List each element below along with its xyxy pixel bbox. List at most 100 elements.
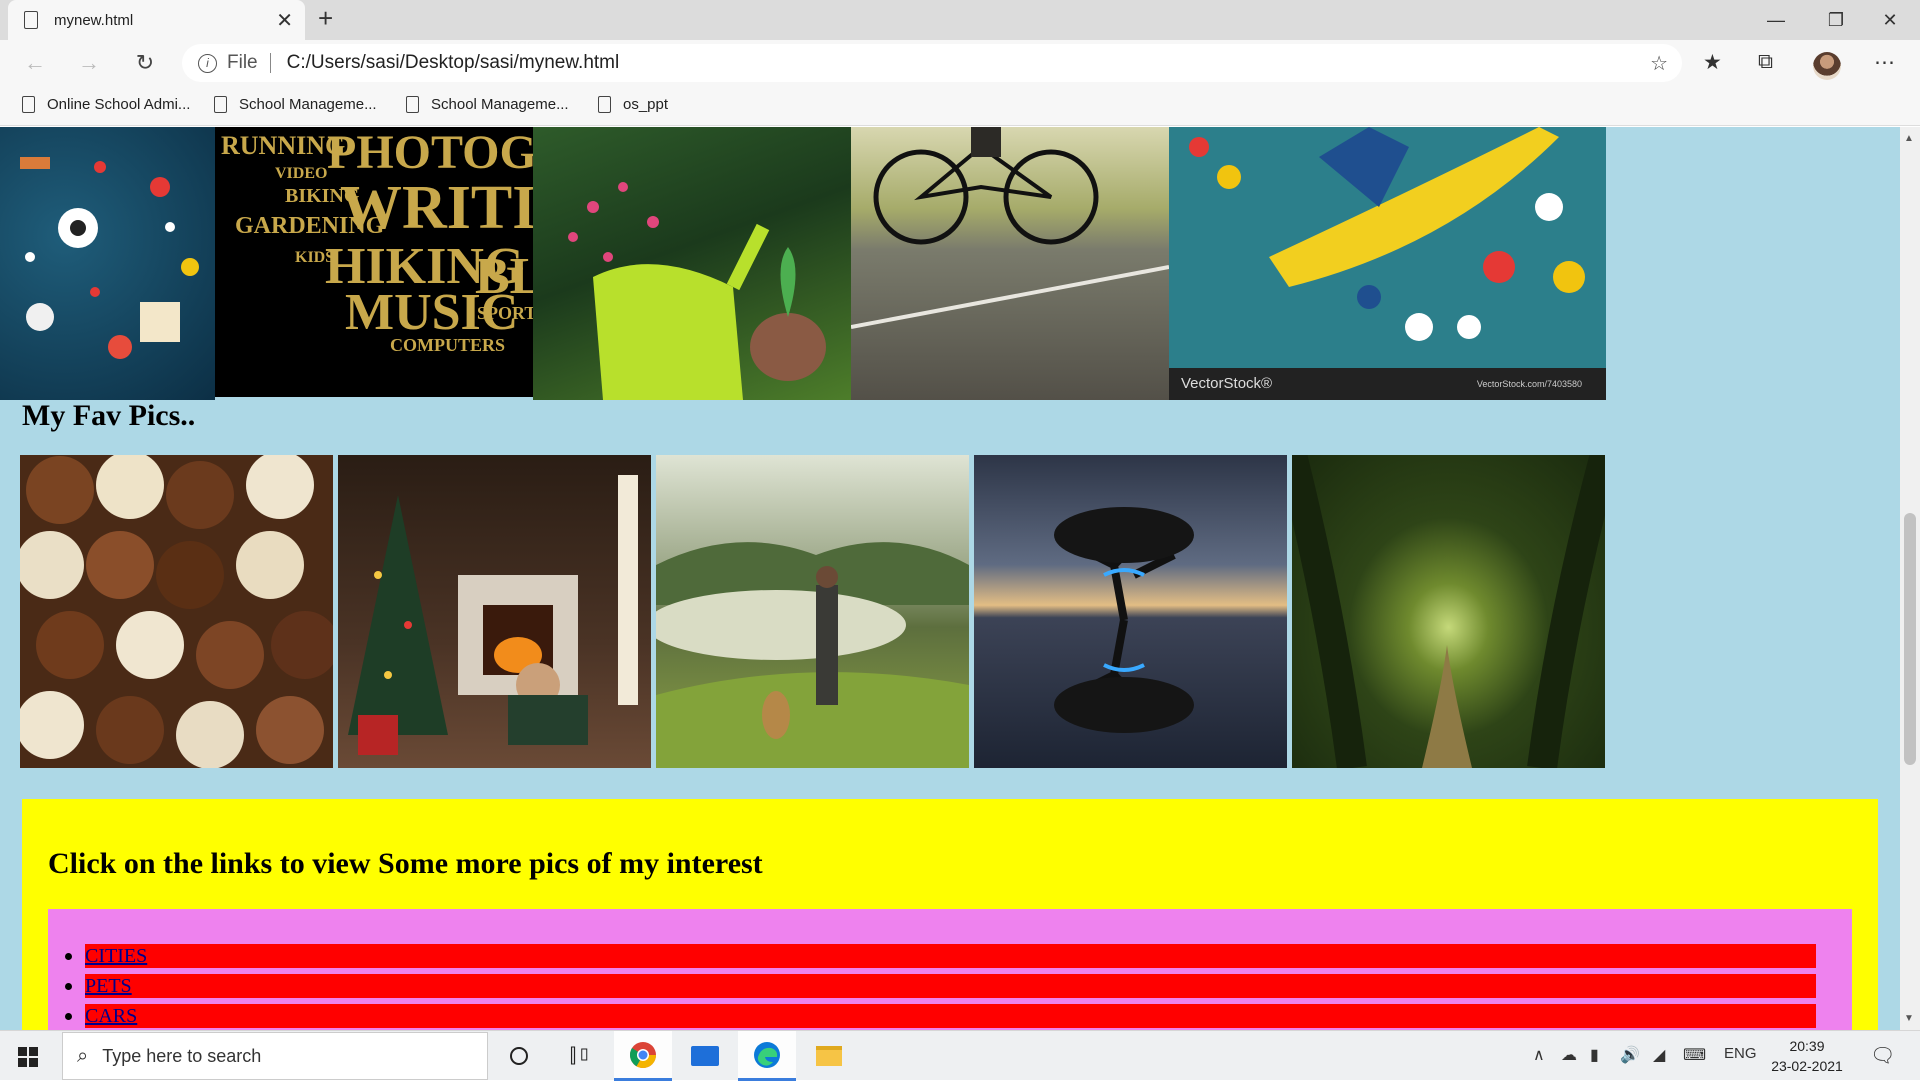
christmas-art — [348, 475, 638, 755]
minimize-icon[interactable]: — — [1746, 0, 1806, 40]
list-item: CARS — [48, 1004, 1852, 1030]
lake-view-image — [656, 455, 969, 768]
page-icon — [406, 96, 419, 113]
cycling-image — [851, 127, 1169, 400]
bookmark-label: os_ppt — [623, 96, 669, 113]
tree-reflection-art — [1054, 507, 1194, 733]
new-tab-button[interactable]: + — [318, 3, 333, 34]
search-placeholder: Type here to search — [102, 1045, 262, 1066]
wordcloud-word: KIDS — [295, 249, 335, 266]
scroll-down-icon[interactable]: ▼ — [1904, 1013, 1914, 1024]
volume-icon[interactable]: 🔊 — [1620, 1045, 1640, 1065]
show-hidden-icons-icon[interactable]: ∧ — [1533, 1045, 1545, 1065]
system-clock[interactable]: 20:39 23-02-2021 — [1764, 1036, 1850, 1076]
bullet-icon — [65, 983, 72, 990]
chrome-icon[interactable] — [614, 1031, 672, 1081]
forest-tunnel-image — [1292, 455, 1605, 768]
bookmark-label: School Manageme... — [431, 96, 569, 113]
bookmark-item[interactable]: Online School Admi... — [22, 96, 190, 113]
file-explorer-icon[interactable] — [800, 1031, 858, 1081]
links-list: CITIES PETS CARS — [48, 944, 1852, 1030]
wordcloud-word: VIDEO — [275, 165, 328, 182]
list-item: CITIES — [48, 944, 1852, 974]
chocolates-image — [20, 455, 333, 768]
bookmark-item[interactable]: School Manageme... — [406, 96, 569, 113]
windows-start-icon[interactable] — [18, 1047, 38, 1067]
back-icon[interactable]: ← — [20, 48, 50, 78]
page-icon — [24, 11, 38, 29]
window-close-icon[interactable]: ✕ — [1860, 0, 1920, 40]
cycling-art — [851, 127, 1169, 329]
links-heading: Click on the links to view Some more pic… — [48, 847, 763, 880]
vertical-scrollbar[interactable]: ▲ ▼ — [1900, 127, 1920, 1030]
hobbies-wordcloud-image: RUNNING PHOTOGRAPHY WRITING GARDENING BI… — [215, 127, 533, 397]
tab-strip: mynew.html ✕ + — ❐ ✕ — [0, 0, 1920, 40]
wordcloud-word: SPORTS — [477, 303, 533, 323]
lake-view-art — [656, 542, 969, 768]
wifi-icon[interactable]: ◢ — [1653, 1045, 1665, 1065]
add-favorite-icon[interactable]: ☆ — [1650, 51, 1668, 76]
links-section: Click on the links to view Some more pic… — [22, 799, 1878, 1030]
search-icon: ⌕ — [77, 1044, 89, 1067]
forward-icon[interactable]: → — [74, 48, 104, 78]
tab-title: mynew.html — [54, 11, 134, 29]
bookmark-item[interactable]: os_ppt — [598, 96, 668, 113]
language-indicator[interactable]: ENG — [1724, 1045, 1757, 1062]
page-viewport: RUNNING PHOTOGRAPHY WRITING GARDENING BI… — [0, 127, 1900, 1030]
more-options-icon[interactable]: ⋯ — [1874, 50, 1895, 75]
favorites-icon[interactable]: ★ — [1703, 50, 1722, 75]
refresh-icon[interactable]: ↻ — [130, 48, 160, 78]
bookmark-label: School Manageme... — [239, 96, 377, 113]
page-icon — [22, 96, 35, 113]
address-url: C:/Users/sasi/Desktop/sasi/mynew.html — [286, 52, 620, 73]
edge-logo — [754, 1041, 780, 1068]
chrome-logo — [629, 1041, 657, 1068]
wordcloud-word: BIKING — [285, 185, 360, 207]
page-icon — [214, 96, 227, 113]
clock-time: 20:39 — [1789, 1038, 1825, 1054]
restore-icon[interactable]: ❐ — [1806, 0, 1866, 40]
address-bar[interactable]: i File C:/Users/sasi/Desktop/sasi/mynew.… — [182, 44, 1682, 82]
christmas-image — [338, 455, 651, 768]
browser-tab[interactable]: mynew.html ✕ — [8, 0, 305, 40]
bullet-icon — [65, 953, 72, 960]
cortana-icon[interactable] — [490, 1031, 548, 1081]
clock-date: 23-02-2021 — [1771, 1058, 1843, 1074]
bookmark-label: Online School Admi... — [47, 96, 191, 113]
taskbar-search-box[interactable]: ⌕ Type here to search — [62, 1032, 488, 1080]
chocolates-art — [20, 455, 333, 768]
link-cars[interactable]: CARS — [85, 1004, 1816, 1028]
browser-toolbar: ← → ↻ i File C:/Users/sasi/Desktop/sasi/… — [0, 40, 1920, 86]
battery-icon[interactable]: ▮ — [1590, 1045, 1599, 1065]
vectorstock-id: VectorStock.com/7403580 — [1476, 379, 1582, 389]
profile-avatar[interactable] — [1813, 52, 1841, 80]
collections-icon[interactable]: ⧉ — [1758, 50, 1773, 74]
hobbies-icons-art — [20, 157, 199, 359]
wordcloud-word: GARDENING — [235, 213, 385, 239]
tree-reflection-image — [974, 455, 1287, 768]
windows-taskbar: ⌕ Type here to search ⫿▯ ∧ ☁ ▮ 🔊 ◢ ⌨ ENG… — [0, 1030, 1920, 1081]
mail-icon[interactable] — [676, 1031, 734, 1081]
bookmark-item[interactable]: School Manageme... — [214, 96, 377, 113]
forest-tunnel-art — [1292, 455, 1605, 768]
onedrive-icon[interactable]: ☁ — [1561, 1045, 1577, 1065]
bullet-icon — [65, 1013, 72, 1020]
scroll-up-icon[interactable]: ▲ — [1904, 133, 1914, 144]
fav-pics-heading: My Fav Pics.. — [22, 399, 196, 432]
link-pets[interactable]: PETS — [85, 974, 1816, 998]
wordcloud-word: BLOG — [475, 248, 533, 305]
task-view-icon[interactable]: ⫿▯ — [552, 1031, 610, 1081]
link-cities[interactable]: CITIES — [85, 944, 1816, 968]
hobbies-icons-image — [0, 127, 215, 400]
address-scheme: File — [227, 52, 258, 73]
close-tab-icon[interactable]: ✕ — [276, 8, 293, 33]
scrollbar-thumb[interactable] — [1904, 513, 1916, 765]
vectorstock-watermark: VectorStock® — [1181, 375, 1273, 392]
notifications-icon[interactable]: 🗨 — [1870, 1043, 1895, 1068]
bookmarks-bar: Online School Admi... School Manageme...… — [0, 86, 1920, 126]
wordcloud-word: COMPUTERS — [390, 335, 506, 355]
info-icon[interactable]: i — [198, 53, 217, 73]
edge-icon[interactable] — [738, 1031, 796, 1081]
keyboard-icon[interactable]: ⌨ — [1683, 1045, 1706, 1065]
links-list-container: CITIES PETS CARS — [48, 909, 1852, 1030]
